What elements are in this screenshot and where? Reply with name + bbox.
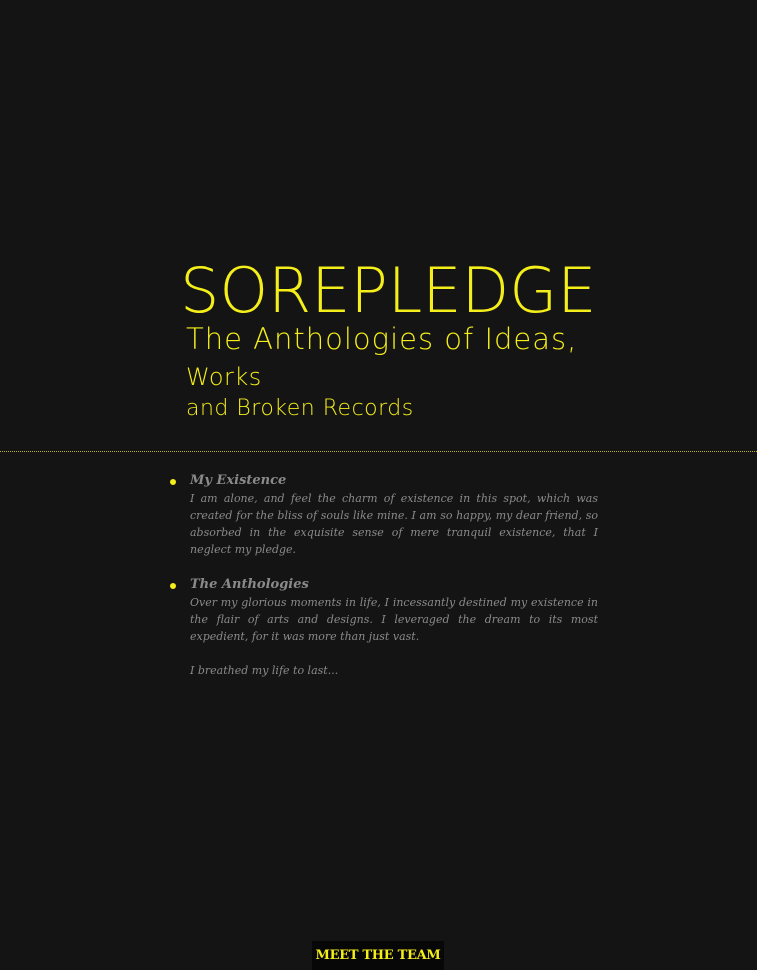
entry-title: My Existence [190,473,287,488]
bullet-icon [170,583,176,589]
entry-title: The Anthologies [190,577,309,592]
tagline-line-1: The Anthologies of Ideas, [186,322,578,356]
entry-body: Over my glorious moments in life, I ince… [190,596,598,643]
bullet-icon [170,479,176,485]
page: SOREPLEDGE The Anthologies of Ideas, Wor… [0,0,757,970]
list-item: The Anthologies Over my glorious moments… [168,576,598,679]
dotted-divider [0,451,757,452]
site-title: SOREPLEDGE [180,254,597,327]
list-item: My Existence I am alone, and feel the ch… [168,472,598,558]
entry-list: My Existence I am alone, and feel the ch… [168,472,598,697]
tagline-line-2: Works [186,363,262,391]
meet-the-team-button[interactable]: MEET THE TEAM [312,941,444,970]
entry-body: I am alone, and feel the charm of existe… [190,492,598,556]
entry-closing-line: I breathed my life to last... [190,664,339,677]
tagline-line-3: and Broken Records [186,396,414,421]
